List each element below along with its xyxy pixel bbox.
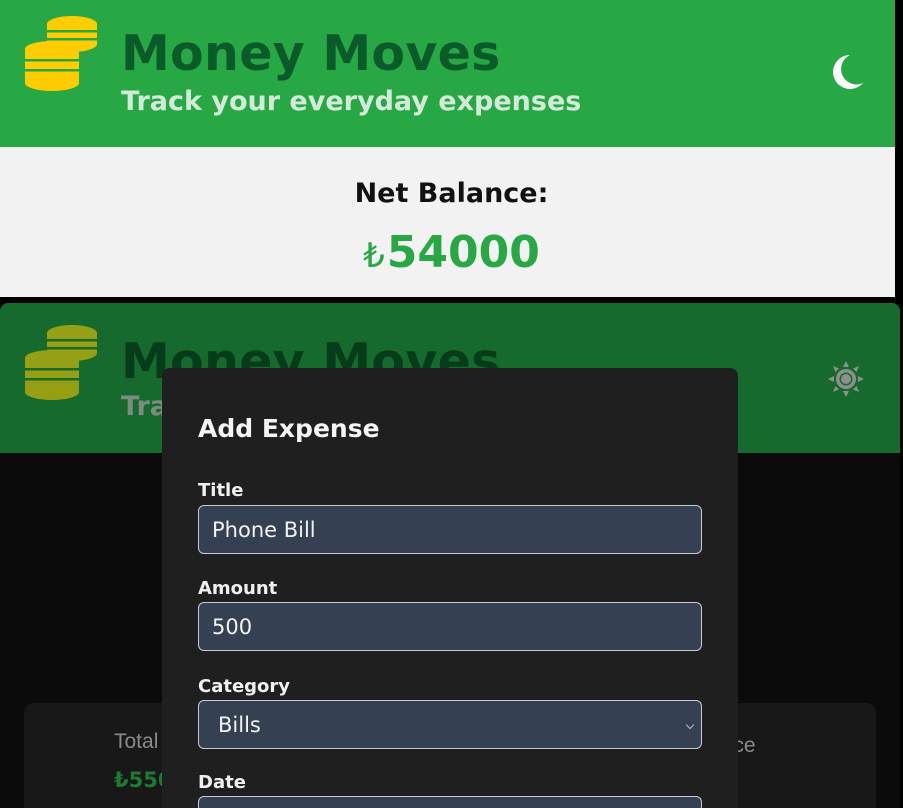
modal-title: Add Expense: [198, 414, 380, 443]
net-balance-value: ₺54000: [0, 227, 903, 278]
category-select[interactable]: Bills: [198, 700, 702, 749]
date-input[interactable]: [198, 796, 702, 808]
amount-input[interactable]: 500: [198, 602, 702, 651]
app-header: Money Moves Track your everyday expenses: [0, 0, 895, 147]
category-label: Category: [198, 676, 291, 697]
amount-input-value: 500: [212, 614, 253, 639]
currency-symbol: ₺: [363, 236, 385, 276]
moon-icon: [833, 55, 863, 89]
coins-icon: [25, 16, 97, 91]
chevron-down-icon: [685, 720, 695, 730]
title-label: Title: [198, 480, 244, 501]
app-title: Money Moves: [121, 25, 501, 82]
sun-icon: [828, 361, 864, 397]
title-input-value: Phone Bill: [212, 517, 316, 542]
theme-toggle-button-dark[interactable]: [828, 361, 864, 397]
total-label: Total: [114, 730, 159, 753]
coins-icon: [25, 325, 97, 400]
title-input[interactable]: Phone Bill: [198, 505, 702, 554]
light-theme-view: Money Moves Track your everyday expenses…: [0, 0, 895, 297]
date-label: Date: [198, 772, 246, 793]
net-balance-label: Net Balance:: [354, 178, 549, 209]
net-balance-amount: 54000: [386, 227, 540, 278]
theme-toggle-button[interactable]: [828, 52, 866, 92]
add-expense-modal: Add Expense Title Phone Bill Amount 500 …: [162, 368, 738, 808]
amount-label: Amount: [198, 578, 278, 599]
category-select-value: Bills: [218, 712, 261, 737]
app-subtitle: Track your everyday expenses: [121, 86, 582, 117]
